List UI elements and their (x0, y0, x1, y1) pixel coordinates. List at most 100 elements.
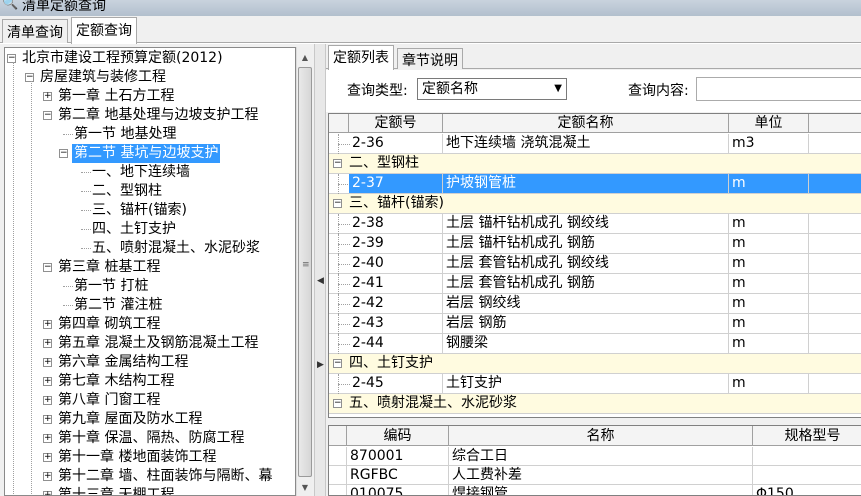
tree-node-label[interactable]: 房屋建筑与装修工程 (38, 68, 168, 87)
quota-name-cell[interactable]: 岩层 钢筋 (443, 314, 729, 333)
extra-cell[interactable] (809, 334, 861, 353)
tree-node-label[interactable]: 第十二章 墙、柱面装饰与隔断、幕 (56, 467, 274, 486)
dropdown-arrow-icon[interactable]: ▼ (554, 79, 562, 99)
tree-node-label[interactable]: 二、型钢柱 (90, 182, 164, 201)
quota-code-cell[interactable]: 2-44 (349, 334, 443, 353)
collapse-icon[interactable]: − (333, 359, 342, 368)
spec-cell[interactable] (753, 466, 861, 484)
expand-icon[interactable]: + (43, 472, 52, 481)
col-quota-code[interactable]: 定额号 (349, 114, 443, 133)
tree-node[interactable]: − 北京市建设工程预算定额(2012) (5, 49, 295, 68)
collapse-icon[interactable]: − (43, 111, 52, 120)
tree-node[interactable]: 二、型钢柱 (5, 182, 295, 201)
tree-node[interactable]: 第二节 灌注桩 (5, 296, 295, 315)
quota-row[interactable]: 2-45 土钉支护 m (329, 374, 861, 394)
tree-node[interactable]: − 第二章 地基处理与边坡支护工程 (5, 106, 295, 125)
quota-name-cell[interactable]: 土层 套管钻机成孔 钢筋 (443, 274, 729, 293)
col-unit[interactable]: 单位 (729, 114, 809, 133)
unit-cell[interactable]: m (729, 254, 809, 273)
collapse-right-icon[interactable]: ▶ (317, 360, 324, 370)
tree-node-label[interactable]: 第五章 混凝土及钢筋混凝土工程 (56, 334, 260, 353)
quota-group-row[interactable]: − 四、土钉支护 (329, 354, 861, 374)
unit-cell[interactable]: m (729, 334, 809, 353)
tree-node-label[interactable]: 第八章 门窗工程 (56, 391, 162, 410)
tree-node[interactable]: − 房屋建筑与装修工程 (5, 68, 295, 87)
unit-cell[interactable]: m (729, 294, 809, 313)
resource-code-cell[interactable]: 010075 (347, 485, 449, 495)
tree-node[interactable]: + 第九章 屋面及防水工程 (5, 410, 295, 429)
quota-code-cell[interactable]: 2-36 (349, 134, 443, 153)
resource-name-cell[interactable]: 人工费补差 (449, 466, 753, 484)
unit-cell[interactable]: m (729, 214, 809, 233)
scroll-up-arrow-icon[interactable]: ▲ (297, 49, 313, 66)
collapse-icon[interactable]: − (25, 73, 34, 82)
tree-node-label[interactable]: 第二章 地基处理与边坡支护工程 (56, 106, 260, 125)
spec-cell[interactable]: Φ150 (753, 485, 861, 495)
quota-name-cell[interactable]: 护坡钢管桩 (443, 174, 729, 193)
tree-node-label[interactable]: 第七章 木结构工程 (56, 372, 176, 391)
tree-node[interactable]: − 第二节 基坑与边坡支护 (5, 144, 295, 163)
tree-node-label[interactable]: 第十三章 天棚工程 (56, 486, 176, 495)
expand-icon[interactable]: + (43, 320, 52, 329)
extra-cell[interactable] (809, 174, 861, 193)
tree-node[interactable]: + 第十一章 楼地面装饰工程 (5, 448, 295, 467)
quota-row[interactable]: 2-43 岩层 钢筋 m (329, 314, 861, 334)
tree-vertical-scrollbar[interactable]: ▲ ≡ ▼ (296, 47, 312, 496)
tree-node-label[interactable]: 第一节 打桩 (72, 277, 150, 296)
extra-cell[interactable] (809, 134, 861, 153)
tab-bill-query[interactable]: 清单查询 (2, 19, 68, 43)
unit-cell[interactable]: m (729, 274, 809, 293)
tree-node-label[interactable]: 四、土钉支护 (90, 220, 178, 239)
collapse-icon[interactable]: − (43, 263, 52, 272)
extra-cell[interactable] (809, 374, 861, 393)
quota-row[interactable]: 2-36 地下连续墙 浇筑混凝土 m3 (329, 134, 861, 154)
tree-node-label[interactable]: 第六章 金属结构工程 (56, 353, 190, 372)
tree-node[interactable]: 第一节 打桩 (5, 277, 295, 296)
collapse-icon[interactable]: − (333, 399, 342, 408)
quota-row[interactable]: 2-42 岩层 钢绞线 m (329, 294, 861, 314)
tree-node-label[interactable]: 五、喷射混凝土、水泥砂浆 (90, 239, 262, 258)
tree-node-label[interactable]: 第一章 土石方工程 (56, 87, 176, 106)
expand-icon[interactable]: + (43, 453, 52, 462)
tree-node[interactable]: 第一节 地基处理 (5, 125, 295, 144)
extra-cell[interactable] (809, 254, 861, 273)
expand-icon[interactable]: + (43, 92, 52, 101)
quota-row[interactable]: 2-40 土层 套管钻机成孔 钢绞线 m (329, 254, 861, 274)
tree-node[interactable]: + 第十三章 天棚工程 (5, 486, 295, 495)
tree-node-label[interactable]: 第一节 地基处理 (72, 125, 178, 144)
tree-node-label[interactable]: 第三章 桩基工程 (56, 258, 162, 277)
tree-node-label[interactable]: 第十章 保温、隔热、防腐工程 (56, 429, 246, 448)
expand-icon[interactable]: + (43, 434, 52, 443)
tree-node[interactable]: + 第八章 门窗工程 (5, 391, 295, 410)
quota-name-cell[interactable]: 土钉支护 (443, 374, 729, 393)
col-resource-name[interactable]: 名称 (449, 426, 753, 446)
extra-cell[interactable] (809, 274, 861, 293)
collapse-icon[interactable]: − (333, 159, 342, 168)
tree-node[interactable]: 三、锚杆(锚索) (5, 201, 295, 220)
col-spec[interactable]: 规格型号 (753, 426, 861, 446)
unit-cell[interactable]: m (729, 314, 809, 333)
tree-node[interactable]: + 第五章 混凝土及钢筋混凝土工程 (5, 334, 295, 353)
quota-group-row[interactable]: − 二、型钢柱 (329, 154, 861, 174)
quota-name-cell[interactable]: 土层 套管钻机成孔 钢绞线 (443, 254, 729, 273)
query-content-input[interactable] (696, 77, 861, 101)
query-type-select[interactable]: 定额名称 ▼ (417, 78, 567, 100)
resource-name-cell[interactable]: 综合工日 (449, 447, 753, 465)
collapse-icon[interactable]: − (333, 199, 342, 208)
quota-name-cell[interactable]: 土层 锚杆钻机成孔 钢筋 (443, 234, 729, 253)
quota-code-cell[interactable]: 2-41 (349, 274, 443, 293)
tree-node-label[interactable]: 第二节 基坑与边坡支护 (72, 144, 221, 163)
collapse-icon[interactable]: − (59, 149, 68, 158)
resource-code-cell[interactable]: RGFBC (347, 466, 449, 484)
unit-cell[interactable]: m3 (729, 134, 809, 153)
collapse-left-icon[interactable]: ◀ (317, 276, 324, 286)
quota-code-cell[interactable]: 2-38 (349, 214, 443, 233)
tree-node[interactable]: 五、喷射混凝土、水泥砂浆 (5, 239, 295, 258)
expand-icon[interactable]: + (43, 415, 52, 424)
quota-code-cell[interactable]: 2-37 (349, 174, 443, 193)
tab-quota-list[interactable]: 定额列表 (328, 45, 394, 70)
col-quota-name[interactable]: 定额名称 (443, 114, 729, 133)
unit-cell[interactable]: m (729, 374, 809, 393)
scroll-down-arrow-icon[interactable]: ▼ (297, 479, 313, 496)
resource-code-cell[interactable]: 870001 (347, 447, 449, 465)
